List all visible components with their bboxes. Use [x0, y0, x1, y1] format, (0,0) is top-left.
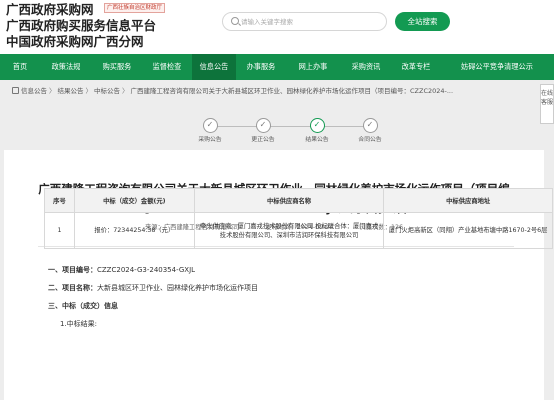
step-bid-notice[interactable]: ✓ 采购公告 — [190, 118, 230, 143]
nav-item-reform[interactable]: 改革专栏 — [392, 54, 440, 80]
main-nav: 首页 政策法规 购买服务 监督检查 信息公告 办事服务 网上办事 采购资讯 改革… — [0, 54, 554, 80]
step-correction-notice[interactable]: ✓ 更正公告 — [243, 118, 283, 143]
breadcrumb-current: 广西建隆工程咨询有限公司关于大新县城区环卫作业、园林绿化养护市场化运作项目（项目… — [130, 87, 454, 95]
column-header-address: 中标供应商地址 — [383, 188, 553, 213]
check-icon: ✓ — [202, 118, 218, 133]
project-name-value: 大新县城区环卫作业、园林绿化养护市场化运作项目 — [97, 284, 258, 292]
breadcrumb-item[interactable]: 结果公告 — [58, 87, 84, 95]
table-header-row: 序号 中标（成交）金额(元) 中标供应商名称 中标供应商地址 — [44, 188, 553, 213]
column-header-amount: 中标（成交）金额(元) — [73, 188, 195, 213]
nav-item-announcements[interactable]: 信息公告 — [192, 54, 236, 80]
home-icon — [12, 87, 19, 94]
site-title-3[interactable]: 中国政府采购网广西分网 — [6, 34, 156, 50]
section-project-name: 二、项目名称：大新县城区环卫作业、园林绿化养护市场化运作项目 — [48, 284, 258, 292]
site-title-2[interactable]: 广西政府购买服务信息平台 — [6, 18, 156, 34]
step-label: 结果公告 — [305, 137, 329, 143]
page: 广西政府采购网 广西政府购买服务信息平台 中国政府采购网广西分网 广西壮族自治区… — [0, 0, 554, 400]
nav-item-home[interactable]: 首页 — [0, 54, 40, 80]
nav-item-policy[interactable]: 政策法规 — [40, 54, 92, 80]
section-award-info: 三、中标（成交）信息 — [48, 302, 118, 310]
search-button[interactable]: 全站搜索 — [395, 12, 450, 31]
cell-amount: 报价：72344254.38（元） — [73, 212, 195, 249]
cell-index: 1 — [44, 212, 75, 249]
breadcrumb-item[interactable]: 中标公告 — [94, 87, 120, 95]
breadcrumb: 信息公告〉结果公告〉中标公告〉广西建隆工程咨询有限公司关于大新县城区环卫作业、园… — [12, 86, 453, 96]
breadcrumb-item[interactable]: 信息公告 — [21, 87, 47, 95]
award-result-table: 序号 中标（成交）金额(元) 中标供应商名称 中标供应商地址 1 报价：7234… — [44, 188, 553, 249]
section-project-number: 一、项目编号：CZZC2024-G3-240354-GXJL — [48, 266, 196, 274]
step-label: 更正公告 — [251, 137, 275, 143]
nav-item-services[interactable]: 办事服务 — [236, 54, 286, 80]
nav-item-online-office[interactable]: 网上办事 — [286, 54, 340, 80]
check-icon: ✓ — [255, 118, 271, 133]
step-label: 合同公告 — [358, 137, 382, 143]
nav-item-purchase-service[interactable]: 购买服务 — [92, 54, 142, 80]
steps-connector — [210, 126, 370, 127]
nav-item-news[interactable]: 采购资讯 — [340, 54, 392, 80]
check-icon: ✓ — [309, 118, 325, 133]
step-label: 采购公告 — [198, 137, 222, 143]
column-header-supplier: 中标供应商名称 — [193, 188, 385, 213]
online-service-button[interactable]: 在线客服 — [540, 84, 554, 124]
column-header-index: 序号 — [44, 188, 75, 213]
site-header: 广西政府采购网 广西政府购买服务信息平台 中国政府采购网广西分网 广西壮族自治区… — [0, 0, 554, 54]
table-row: 1 报价：72344254.38（元） 牵头供应商：厦门嘉戎技术股份有限公司 投… — [44, 212, 553, 249]
check-icon: ✓ — [362, 118, 378, 133]
department-tag: 广西壮族自治区财政厅 — [104, 3, 166, 13]
step-result-notice[interactable]: ✓ 结果公告 — [297, 118, 337, 143]
nav-item-fair-competition[interactable]: 妨碍公平竞争清理公示 — [440, 54, 554, 80]
search-box[interactable] — [222, 12, 387, 31]
cell-supplier: 牵头供应商：厦门嘉戎技术股份有限公司 投标联合体：厦门嘉戎技术股份有限公司、深圳… — [193, 212, 385, 249]
step-contract-notice[interactable]: ✓ 合同公告 — [350, 118, 390, 143]
process-steps: ✓ 采购公告 ✓ 更正公告 ✓ 结果公告 ✓ 合同公告 — [190, 118, 390, 143]
sub-label-award-result: 1.中标结果: — [60, 320, 98, 328]
search-input[interactable] — [241, 15, 381, 29]
cell-address: 厦门火炬高新区（同翔）产业基地布塘中路1670-2号6层 — [383, 212, 553, 249]
nav-item-supervision[interactable]: 监督检查 — [142, 54, 192, 80]
search-icon — [231, 17, 239, 25]
project-number-value: CZZC2024-G3-240354-GXJL — [97, 266, 196, 274]
